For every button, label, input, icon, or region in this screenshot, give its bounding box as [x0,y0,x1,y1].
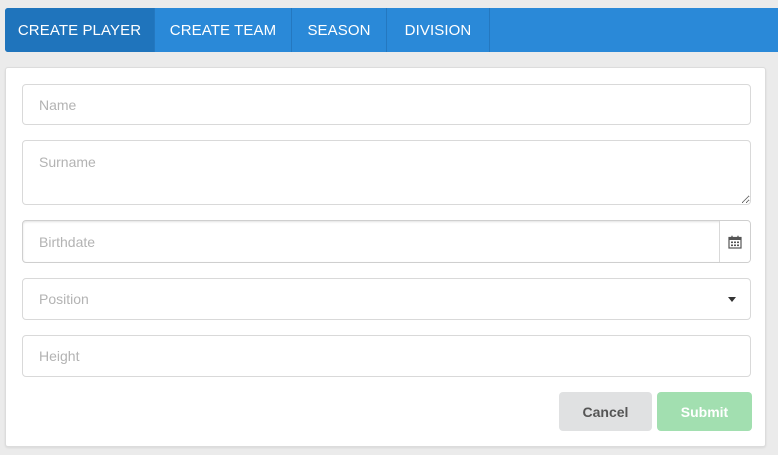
name-input[interactable] [22,84,751,125]
calendar-icon [728,235,742,249]
tab-create-player[interactable]: CREATE PLAYER [5,8,155,52]
calendar-button[interactable] [719,221,750,262]
submit-button[interactable]: Submit [657,392,752,431]
tab-season[interactable]: SEASON [292,8,387,52]
position-select[interactable]: Position [22,278,751,320]
position-placeholder: Position [39,291,89,307]
tab-division[interactable]: DIVISION [387,8,490,52]
birthdate-field [22,220,751,263]
chevron-down-icon [728,296,736,302]
tab-create-team[interactable]: CREATE TEAM [155,8,292,52]
page: CREATE PLAYER CREATE TEAM SEASON DIVISIO… [0,0,778,455]
create-player-form: Position Cancel Submit [5,67,766,447]
cancel-button[interactable]: Cancel [559,392,652,431]
surname-input[interactable] [22,140,751,205]
birthdate-input[interactable] [23,221,719,262]
tab-bar: CREATE PLAYER CREATE TEAM SEASON DIVISIO… [5,8,778,52]
height-input[interactable] [22,335,751,377]
